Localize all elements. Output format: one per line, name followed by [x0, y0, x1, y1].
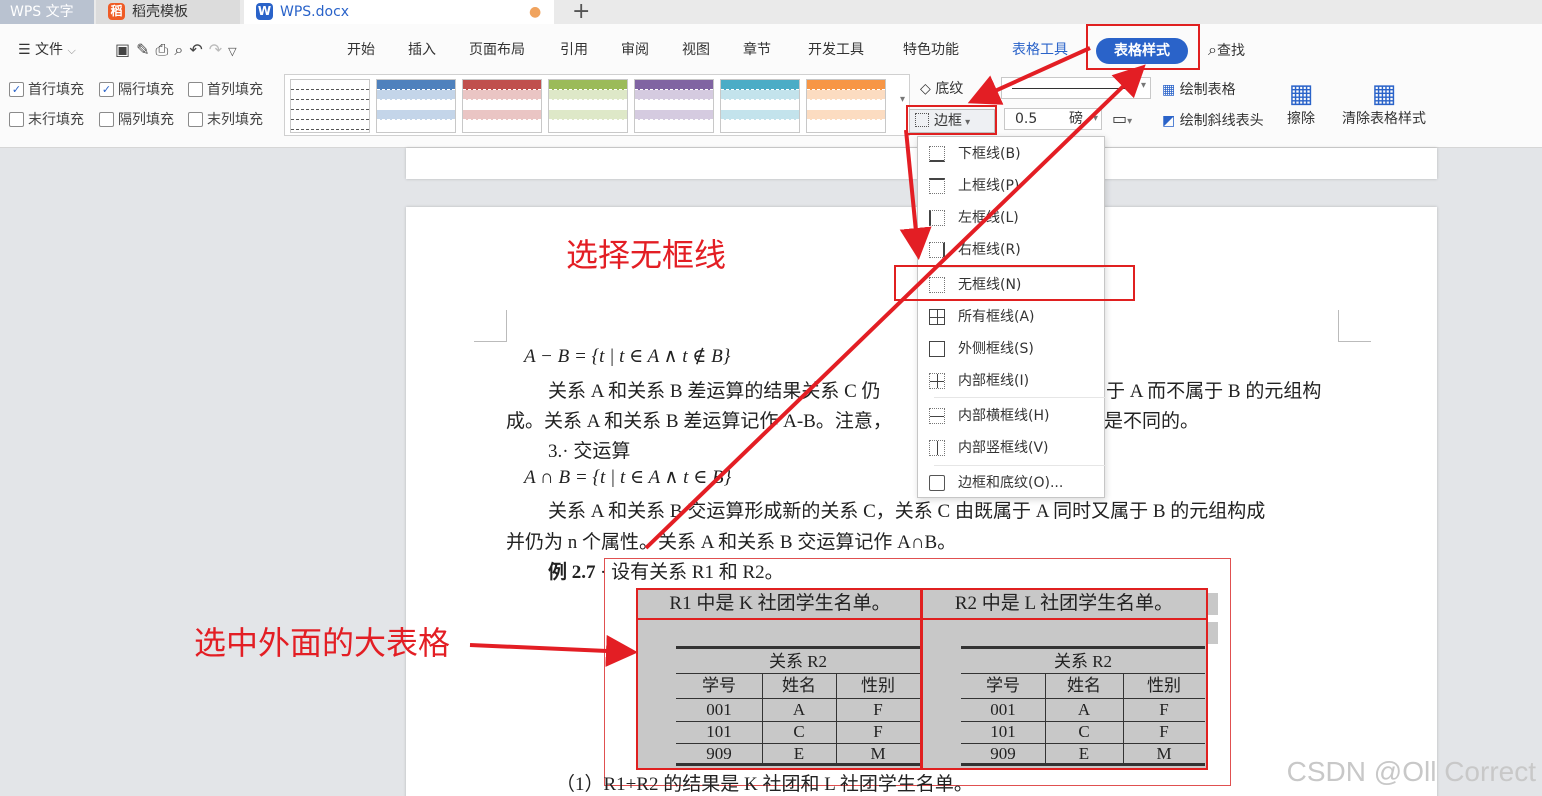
- arrow-to-no-border: [899, 129, 932, 260]
- watermark: CSDN @Oll Correct: [1286, 756, 1536, 787]
- arrow-to-border: [967, 46, 1091, 105]
- annotation-arrows: [469, 46, 1146, 667]
- arrow-to-table-style: [644, 64, 1146, 550]
- arrow-to-outer-table: [469, 634, 638, 667]
